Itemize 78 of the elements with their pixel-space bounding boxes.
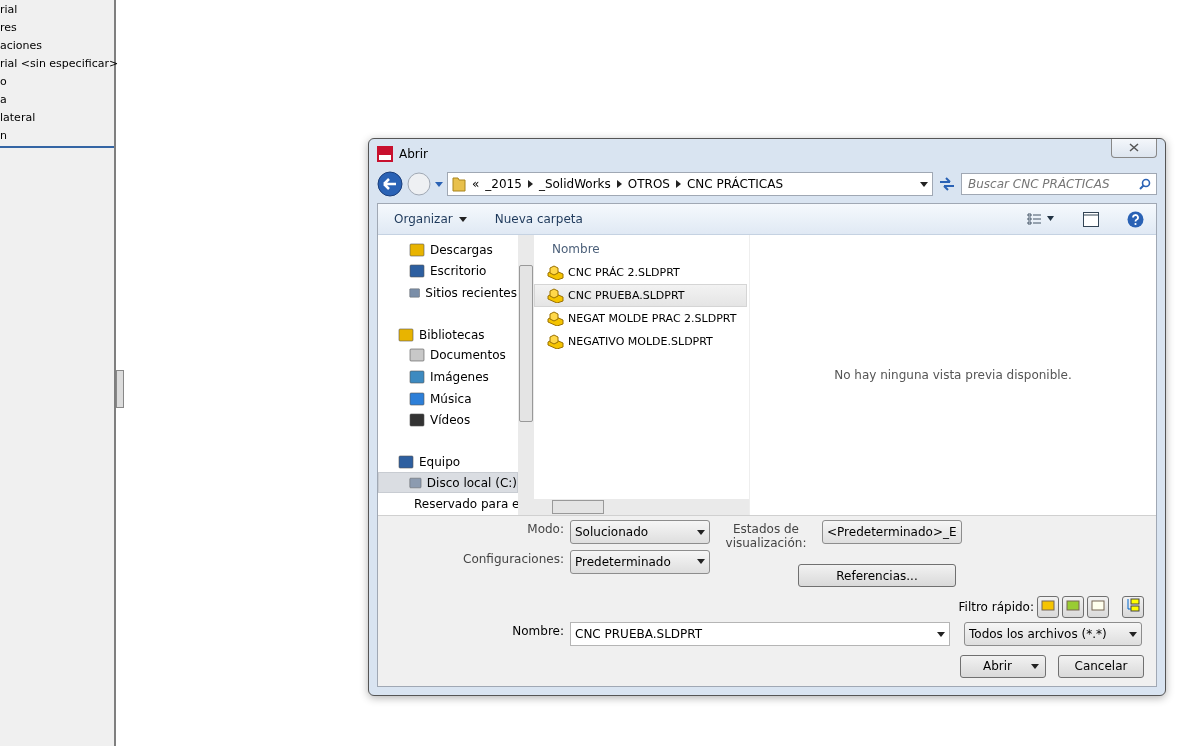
quick-filter-label: Filtro rápido: [958,599,1034,614]
tree-item[interactable]: rial [0,1,114,19]
preview-message: No hay ninguna vista previa disponible. [834,368,1072,382]
view-list-icon[interactable] [1027,213,1055,225]
chevron-icon [675,180,681,188]
breadcrumb-item[interactable]: _SolidWorks [538,177,611,191]
nav-item[interactable]: Escritorio [378,260,518,283]
search-field[interactable]: Buscar CNC PRÁCTICAS [961,173,1157,195]
nav-item[interactable]: Música [378,387,518,410]
caret-icon [937,631,945,637]
splitter-handle[interactable] [116,370,124,408]
references-button[interactable]: Referencias... [798,564,956,587]
dropdown-caret-icon [920,181,928,187]
tree-item[interactable]: a [0,91,114,109]
breadcrumb-item[interactable]: _2015 [485,177,522,191]
part-file-icon [547,334,564,349]
nav-group[interactable]: Equipo [378,452,518,472]
app-logo-icon [377,146,393,162]
open-button[interactable]: Abrir [960,654,1046,678]
part-file-icon [547,265,564,280]
tree-item[interactable]: lateral [0,109,114,127]
filename-field[interactable]: CNC PRUEBA.SLDPRT [570,622,950,646]
nav-item[interactable]: Disco local (C:) [378,471,518,494]
configurations-dropdown[interactable]: Predeterminado [570,549,710,574]
tree-item[interactable]: o [0,73,114,91]
file-row[interactable]: CNC PRÁC 2.SLDPRT [534,261,747,284]
close-button[interactable] [1111,139,1157,158]
breadcrumb-item[interactable]: « [472,177,480,191]
tree-item[interactable]: n [0,127,114,145]
filename-label: Nombre: [511,623,564,638]
caret-icon [697,529,705,535]
file-row[interactable]: NEGAT MOLDE PRAC 2.SLDPRT [534,307,747,330]
file-row[interactable]: NEGATIVO MOLDE.SLDPRT [534,330,747,353]
nav-item[interactable]: Reservado para e [378,493,518,515]
part-filter-button[interactable] [1037,595,1059,618]
caret-icon [1129,631,1137,637]
nav-item[interactable]: Descargas [378,239,518,261]
file-type-dropdown[interactable]: Todos los archivos (*.*) [964,622,1142,646]
breadcrumb-item[interactable]: CNC PRÁCTICAS [686,177,784,191]
help-icon[interactable] [1127,210,1144,228]
horizontal-scrollbar[interactable] [534,499,749,515]
search-icon [1139,178,1151,190]
column-header[interactable]: Nombre [534,237,749,261]
window-title: Abrir [399,147,429,161]
tree-icon [1126,598,1140,613]
configurations-label: Configuraciones: [462,550,564,566]
toolbar-button[interactable]: Organizar [394,212,467,226]
caret-icon [458,216,467,222]
file-row[interactable]: CNC PRUEBA.SLDPRT [534,284,747,307]
top-level-filter-button[interactable] [1122,595,1144,618]
part-file-icon [547,288,564,303]
nav-item[interactable]: Documentos [378,344,518,367]
chevron-icon [616,180,622,188]
close-icon [1129,143,1139,152]
drawing-filter-button[interactable] [1087,595,1109,618]
display-states-label: Estados de visualización: [724,521,808,550]
toolbar-button[interactable]: Nueva carpeta [494,212,583,226]
scrollbar[interactable] [518,235,534,515]
nav-item[interactable]: Vídeos [378,409,518,432]
chevron-icon [527,180,533,188]
caret-icon [697,559,705,564]
split-caret-icon [1031,663,1039,669]
cancel-button[interactable]: Cancelar [1058,654,1144,678]
history-caret-icon[interactable] [435,181,443,187]
part-file-icon [547,311,564,326]
mode-label: Modo: [526,521,564,536]
breadcrumb-item[interactable]: OTROS [627,177,670,191]
tree-item[interactable]: res [0,19,114,37]
preview-pane-icon[interactable] [1083,211,1099,227]
folder-icon [452,176,466,192]
address-bar[interactable]: « _2015 _SolidWorks OTROS CNC PRÁCTICAS [447,172,933,196]
display-states-dropdown[interactable]: <Predeterminado>_E [822,520,962,544]
nav-item[interactable]: Imágenes [378,366,518,388]
tree-item[interactable]: aciones [0,37,114,55]
mode-dropdown[interactable]: Solucionado [570,520,710,544]
assembly-filter-button[interactable] [1062,595,1084,618]
nav-item[interactable]: Sitios recientes [378,282,518,304]
nav-group[interactable]: Bibliotecas [378,324,518,345]
